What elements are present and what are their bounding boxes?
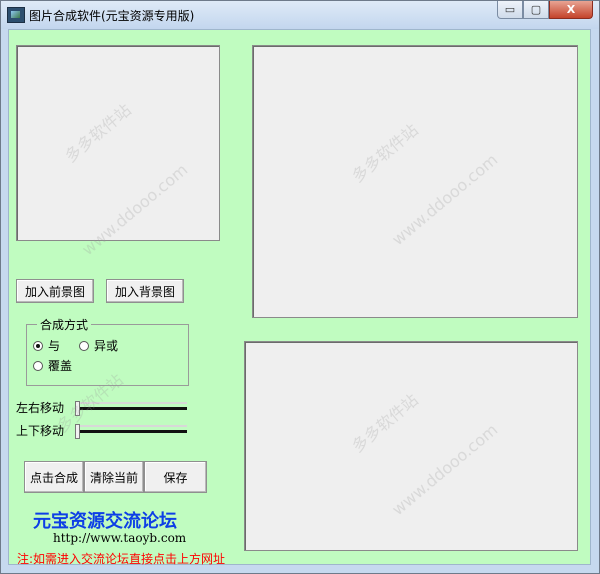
app-window: 图片合成软件(元宝资源专用版) ▭ ▢ X 加入前景图 加入背景图 合成方式 与… xyxy=(0,0,600,574)
foreground-preview xyxy=(16,45,220,241)
window-title: 图片合成软件(元宝资源专用版) xyxy=(29,9,195,23)
maximize-icon: ▢ xyxy=(530,3,542,16)
radio-overlay[interactable]: 覆盖 xyxy=(33,357,72,374)
add-background-button[interactable]: 加入背景图 xyxy=(106,279,184,303)
clear-button[interactable]: 清除当前 xyxy=(84,461,144,493)
horizontal-slider-track xyxy=(75,407,187,410)
add-foreground-button[interactable]: 加入前景图 xyxy=(16,279,94,303)
vertical-move-label: 上下移动 xyxy=(16,424,65,438)
forum-url-link[interactable]: http://www.taoyb.com xyxy=(53,531,186,545)
vertical-slider-track xyxy=(75,430,187,433)
horizontal-slider-groove xyxy=(75,402,187,404)
vertical-slider-thumb[interactable] xyxy=(75,424,80,439)
vertical-slider-groove xyxy=(75,425,187,427)
radio-overlay-label: 覆盖 xyxy=(48,359,73,373)
minimize-button[interactable]: ▭ xyxy=(497,1,523,19)
radio-overlay-indicator xyxy=(33,360,43,371)
radio-xor-label: 异或 xyxy=(94,339,119,353)
caption-buttons: ▭ ▢ X xyxy=(497,1,593,21)
radio-xor-indicator xyxy=(79,340,89,351)
forum-note: 注:如需进入交流论坛直接点击上方网址 xyxy=(17,552,226,566)
radio-xor[interactable]: 异或 xyxy=(79,337,118,354)
title-bar: 图片合成软件(元宝资源专用版) ▭ ▢ X xyxy=(1,1,599,29)
compose-button[interactable]: 点击合成 xyxy=(24,461,84,493)
radio-and[interactable]: 与 xyxy=(33,337,60,354)
minimize-icon: ▭ xyxy=(504,3,516,16)
radio-and-indicator xyxy=(33,340,43,351)
save-button[interactable]: 保存 xyxy=(144,461,207,493)
background-preview xyxy=(252,45,578,318)
horizontal-slider-thumb[interactable] xyxy=(75,401,80,416)
forum-title: 元宝资源交流论坛 xyxy=(33,511,177,532)
result-preview xyxy=(244,341,578,551)
maximize-button[interactable]: ▢ xyxy=(523,1,549,19)
horizontal-move-slider[interactable] xyxy=(75,400,187,418)
client-area: 加入前景图 加入背景图 合成方式 与 异或 覆盖 左右移动 上下移动 点击合成 … xyxy=(8,29,591,566)
app-icon[interactable] xyxy=(7,7,25,23)
vertical-move-slider[interactable] xyxy=(75,423,187,441)
close-icon: X xyxy=(566,3,576,16)
radio-and-label: 与 xyxy=(48,339,61,353)
blend-mode-legend: 合成方式 xyxy=(37,316,92,333)
blend-mode-group: 合成方式 与 异或 覆盖 xyxy=(26,316,189,386)
close-button[interactable]: X xyxy=(549,1,593,19)
horizontal-move-label: 左右移动 xyxy=(16,401,65,415)
